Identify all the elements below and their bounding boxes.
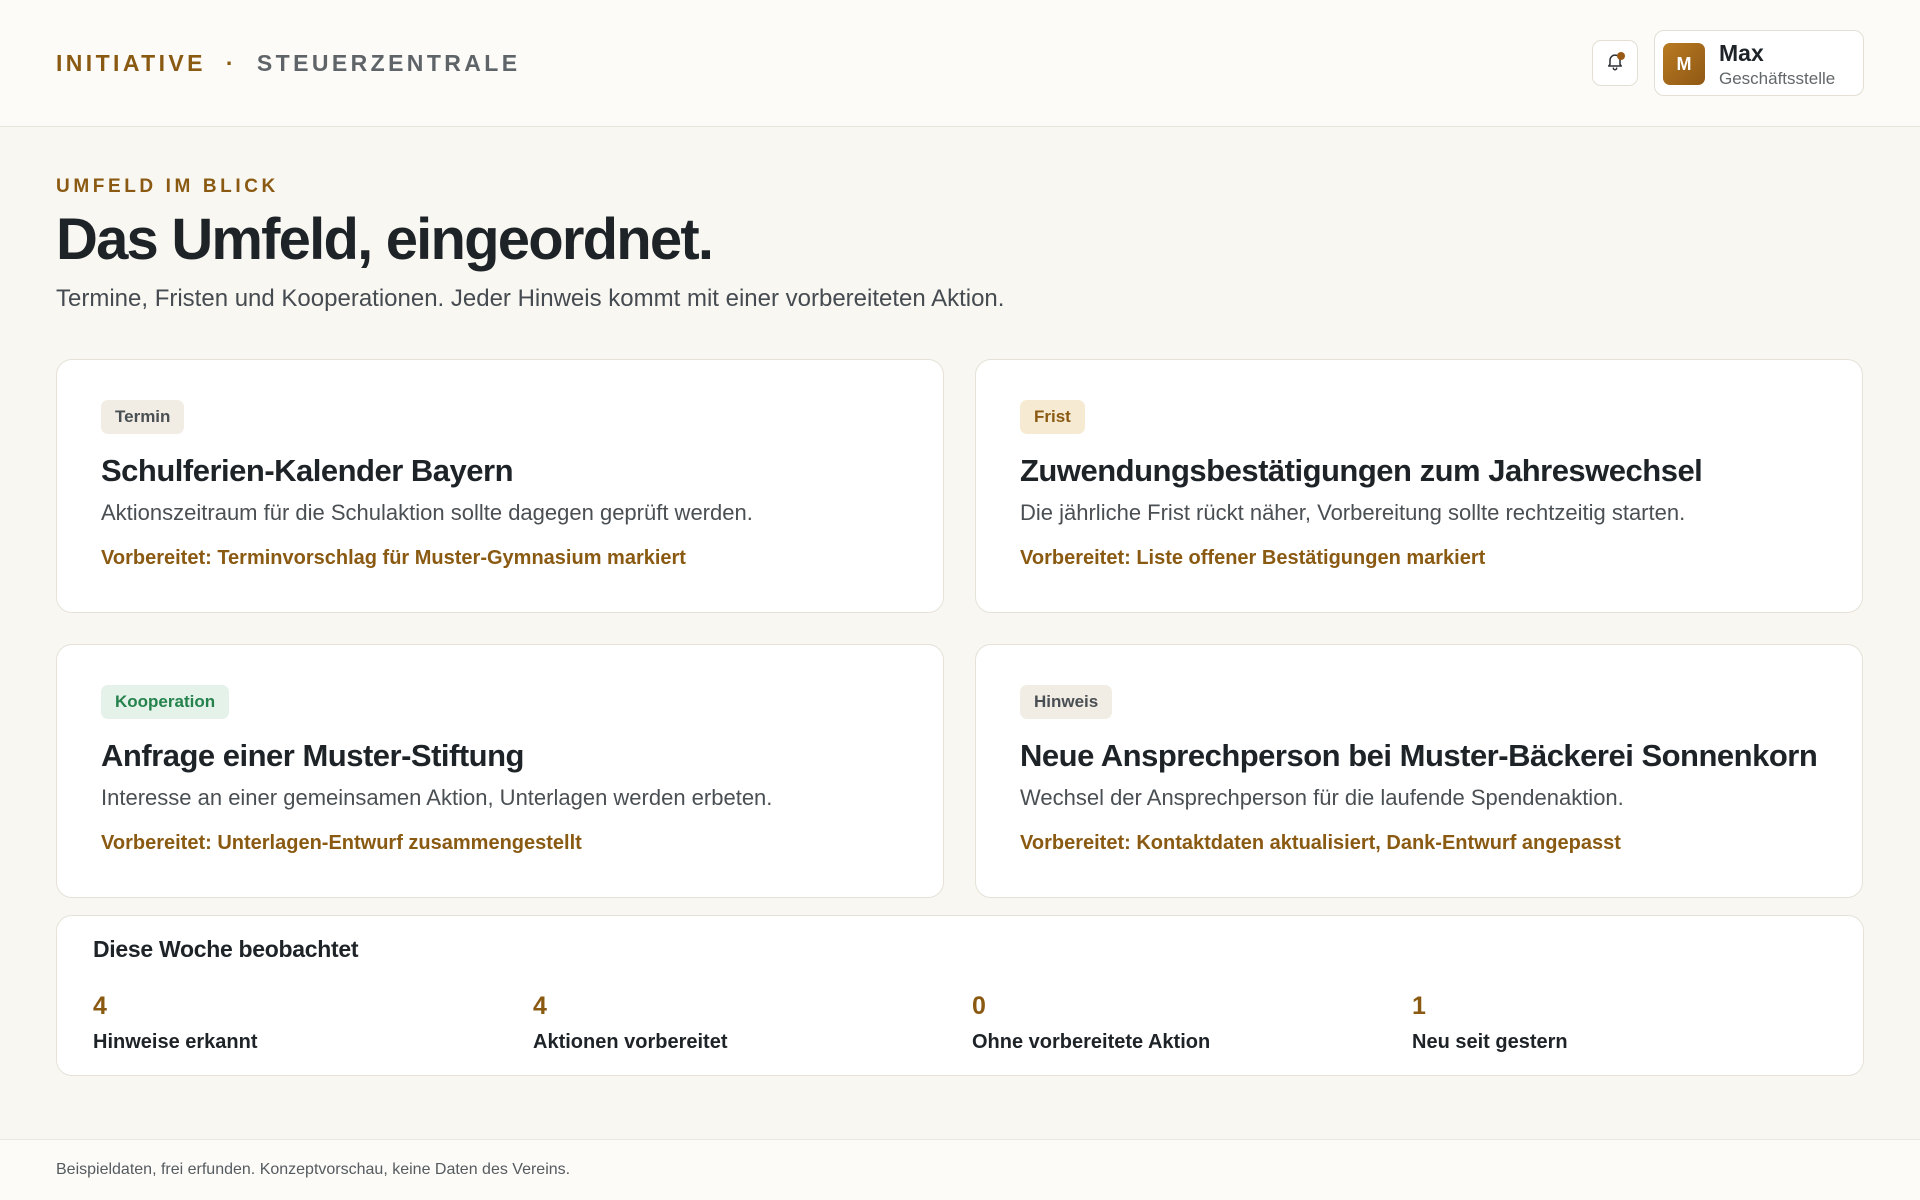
- page-subtitle: Termine, Fristen und Kooperationen. Jede…: [56, 285, 1005, 312]
- card-title: Anfrage einer Muster-Stiftung: [101, 738, 524, 773]
- card-title: Zuwendungsbestätigungen zum Jahreswechse…: [1020, 453, 1703, 488]
- card-description: Wechsel der Ansprechperson für die laufe…: [1020, 785, 1624, 810]
- user-role: Geschäftsstelle: [1719, 69, 1836, 88]
- stat-item: 1 Neu seit gestern: [1412, 992, 1568, 1054]
- card-description: Interesse an einer gemeinsamen Aktion, U…: [101, 785, 773, 810]
- section-eyebrow: UMFELD IM BLICK: [56, 176, 279, 197]
- category-badge: Hinweis: [1020, 685, 1113, 719]
- card-description: Aktionszeitraum für die Schulaktion soll…: [101, 500, 753, 525]
- card-title: Schulferien-Kalender Bayern: [101, 453, 514, 488]
- category-badge: Kooperation: [101, 685, 230, 719]
- stat-label: Hinweise erkannt: [93, 1031, 258, 1053]
- card-description: Die jährliche Frist rückt näher, Vorbere…: [1020, 500, 1686, 525]
- prepared-action-link[interactable]: Vorbereitet: Liste offener Bestätigungen…: [1020, 547, 1485, 570]
- notifications-button[interactable]: [1592, 40, 1638, 86]
- stat-value: 4: [93, 992, 107, 1020]
- user-menu[interactable]: M Max Geschäftsstelle: [1654, 30, 1864, 96]
- prepared-action-link[interactable]: Vorbereitet: Unterlagen-Entwurf zusammen…: [101, 832, 582, 855]
- stat-item: 0 Ohne vorbereitete Aktion: [972, 992, 1210, 1054]
- stat-label: Neu seit gestern: [1412, 1031, 1568, 1053]
- category-badge: Frist: [1020, 400, 1085, 434]
- stat-item: 4 Hinweise erkannt: [93, 992, 258, 1054]
- insight-card[interactable]: Frist Zuwendungsbestätigungen zum Jahres…: [975, 359, 1863, 613]
- footer-note: Beispieldaten, frei erfunden. Konzeptvor…: [56, 1161, 571, 1178]
- stat-value: 0: [972, 992, 986, 1020]
- brand[interactable]: INITIATIVE · STEUERZENTRALE: [56, 50, 520, 77]
- avatar: M: [1663, 43, 1705, 85]
- insight-card[interactable]: Termin Schulferien-Kalender Bayern Aktio…: [56, 359, 944, 613]
- brand-primary: INITIATIVE: [56, 50, 206, 76]
- stat-item: 4 Aktionen vorbereitet: [533, 992, 727, 1054]
- footer: Beispieldaten, frei erfunden. Konzeptvor…: [0, 1139, 1920, 1200]
- notification-dot: [1617, 52, 1625, 60]
- page-title: Das Umfeld, eingeordnet.: [56, 207, 714, 272]
- top-bar: INITIATIVE · STEUERZENTRALE M Max Geschä…: [0, 0, 1920, 127]
- stat-label: Aktionen vorbereitet: [533, 1031, 728, 1053]
- stats-title: Diese Woche beobachtet: [93, 936, 359, 962]
- stat-value: 1: [1412, 992, 1426, 1020]
- category-badge: Termin: [101, 400, 185, 434]
- prepared-action-link[interactable]: Vorbereitet: Kontaktdaten aktualisiert, …: [1020, 832, 1621, 855]
- brand-secondary: STEUERZENTRALE: [256, 50, 521, 76]
- card-title: Neue Ansprechperson bei Muster-Bäckerei …: [1020, 738, 1818, 773]
- weekly-stats-panel: Diese Woche beobachtet 4 Hinweise erkann…: [56, 915, 1864, 1076]
- insight-card[interactable]: Hinweis Neue Ansprechperson bei Muster-B…: [975, 644, 1863, 898]
- stat-label: Ohne vorbereitete Aktion: [972, 1031, 1211, 1053]
- insight-card[interactable]: Kooperation Anfrage einer Muster-Stiftun…: [56, 644, 944, 898]
- user-name: Max: [1719, 40, 1764, 66]
- stat-value: 4: [533, 992, 547, 1020]
- brand-separator: ·: [225, 50, 237, 76]
- prepared-action-link[interactable]: Vorbereitet: Terminvorschlag für Muster-…: [101, 547, 686, 570]
